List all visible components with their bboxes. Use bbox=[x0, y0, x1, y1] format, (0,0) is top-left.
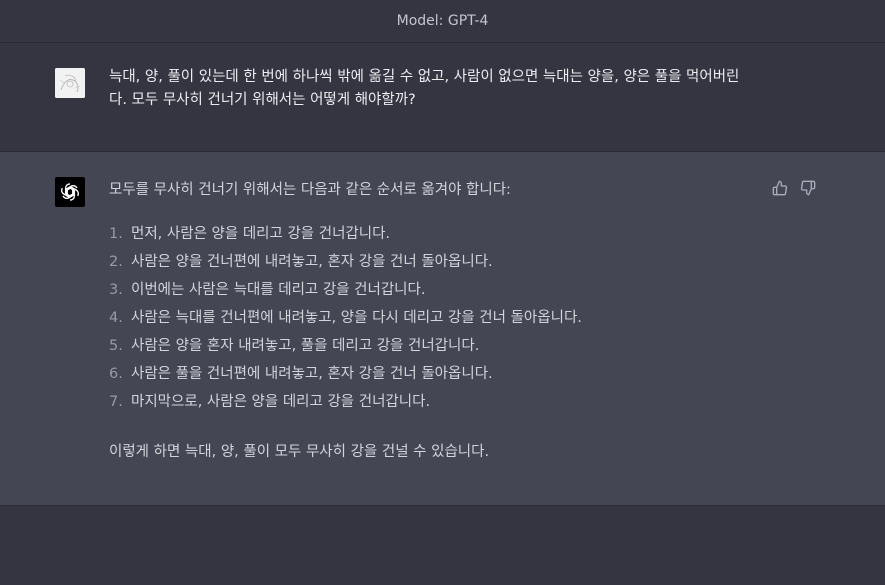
step-text: 마지막으로, 사람은 양을 데리고 강을 건너갑니다. bbox=[131, 394, 431, 410]
assistant-intro: 모두를 무사히 건너기 위해서는 다음과 같은 순서로 옮겨야 합니다: bbox=[109, 182, 511, 198]
user-avatar bbox=[55, 68, 85, 98]
step-text: 사람은 양을 건너편에 내려놓고, 혼자 강을 건너 돌아옵니다. bbox=[131, 254, 493, 270]
assistant-message-row: 모두를 무사히 건너기 위해서는 다음과 같은 순서로 옮겨야 합니다: 1. 먼… bbox=[0, 152, 885, 506]
user-message-text: 늑대, 양, 풀이 있는데 한 번에 하나씩 밖에 옮길 수 없고, 사람이 없… bbox=[109, 66, 769, 112]
top-bar: Model: GPT-4 bbox=[0, 0, 885, 43]
step-text: 이번에는 사람은 늑대를 데리고 강을 건너갑니다. bbox=[131, 282, 426, 298]
step-number: 3. bbox=[109, 282, 123, 298]
step-number: 5. bbox=[109, 338, 123, 354]
step-number: 6. bbox=[109, 366, 123, 382]
list-item: 6. 사람은 풀을 건너편에 내려놓고, 혼자 강을 건너 돌아옵니다. bbox=[109, 360, 749, 388]
step-number: 2. bbox=[109, 254, 123, 270]
steps-list: 1. 먼저, 사람은 양을 데리고 강을 건너갑니다. 2. 사람은 양을 건너편에… bbox=[109, 220, 749, 416]
feedback-buttons bbox=[772, 180, 816, 196]
step-number: 4. bbox=[109, 310, 123, 326]
step-text: 사람은 양을 혼자 내려놓고, 풀을 데리고 강을 건너갑니다. bbox=[131, 338, 480, 354]
list-item: 4. 사람은 늑대를 건너편에 내려놓고, 양을 다시 데리고 강을 건너 돌아옵… bbox=[109, 304, 749, 332]
step-text: 사람은 풀을 건너편에 내려놓고, 혼자 강을 건너 돌아옵니다. bbox=[131, 366, 493, 382]
user-message-line: 늑대, 양, 풀이 있는데 한 번에 하나씩 밖에 옮길 수 없고, 사람이 없… bbox=[109, 69, 740, 85]
list-item: 2. 사람은 양을 건너편에 내려놓고, 혼자 강을 건너 돌아옵니다. bbox=[109, 248, 749, 276]
user-message-line: 다. 모두 무사히 건너기 위해서는 어떻게 해야할까? bbox=[109, 92, 416, 108]
openai-logo-icon bbox=[60, 183, 80, 201]
step-number: 7. bbox=[109, 394, 123, 410]
step-text: 사람은 늑대를 건너편에 내려놓고, 양을 다시 데리고 강을 건너 돌아옵니다… bbox=[131, 310, 582, 326]
user-message-row: 늑대, 양, 풀이 있는데 한 번에 하나씩 밖에 옮길 수 없고, 사람이 없… bbox=[0, 43, 885, 152]
list-item: 1. 먼저, 사람은 양을 데리고 강을 건너갑니다. bbox=[109, 220, 749, 248]
list-item: 5. 사람은 양을 혼자 내려놓고, 풀을 데리고 강을 건너갑니다. bbox=[109, 332, 749, 360]
thumbs-up-icon[interactable] bbox=[772, 180, 788, 196]
thumbs-down-icon[interactable] bbox=[800, 180, 816, 196]
step-number: 1. bbox=[109, 226, 123, 242]
model-label: Model: GPT-4 bbox=[396, 13, 489, 29]
step-text: 먼저, 사람은 양을 데리고 강을 건너갑니다. bbox=[131, 226, 391, 242]
bottom-area bbox=[0, 506, 885, 585]
assistant-avatar bbox=[55, 177, 85, 207]
assistant-outro: 이렇게 하면 늑대, 양, 풀이 모두 무사히 강을 건널 수 있습니다. bbox=[109, 444, 490, 460]
list-item: 7. 마지막으로, 사람은 양을 데리고 강을 건너갑니다. bbox=[109, 388, 749, 416]
user-avatar-image bbox=[55, 68, 85, 98]
assistant-message-content: 모두를 무사히 건너기 위해서는 다음과 같은 순서로 옮겨야 합니다: 1. 먼… bbox=[109, 178, 749, 464]
list-item: 3. 이번에는 사람은 늑대를 데리고 강을 건너갑니다. bbox=[109, 276, 749, 304]
